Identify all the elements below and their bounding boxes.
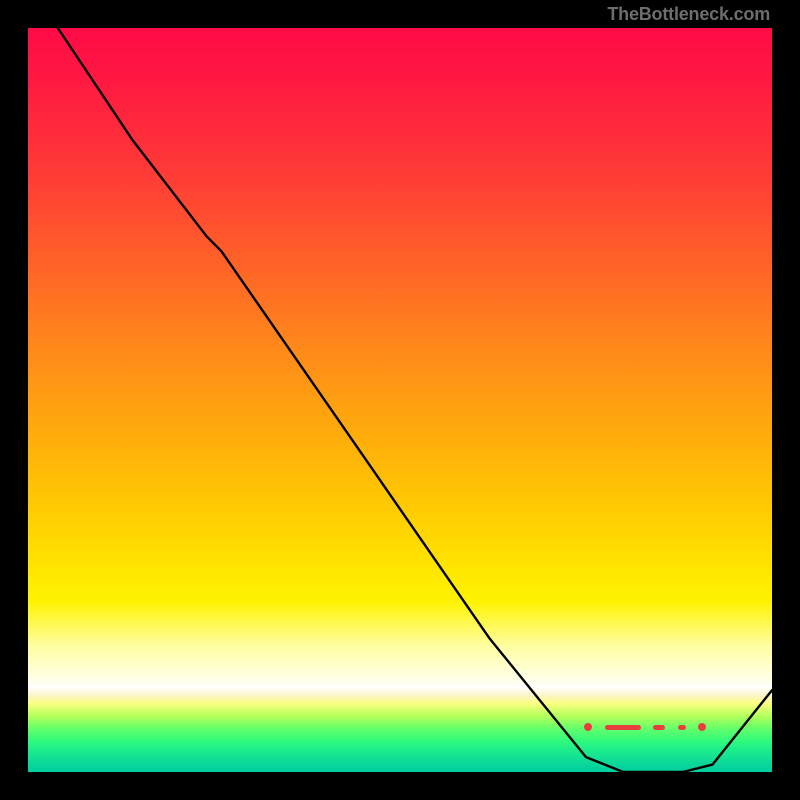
optimal-range-markers <box>28 28 772 772</box>
attribution-text: TheBottleneck.com <box>607 4 770 25</box>
marker-dot-icon <box>698 723 706 731</box>
chart-container: TheBottleneck.com <box>0 0 800 800</box>
marker-region <box>584 722 706 732</box>
marker-dash-icon <box>678 725 686 730</box>
plot-area <box>28 28 772 772</box>
marker-dot-icon <box>584 723 592 731</box>
marker-dash-icon <box>605 725 641 730</box>
marker-dash-icon <box>653 725 665 730</box>
